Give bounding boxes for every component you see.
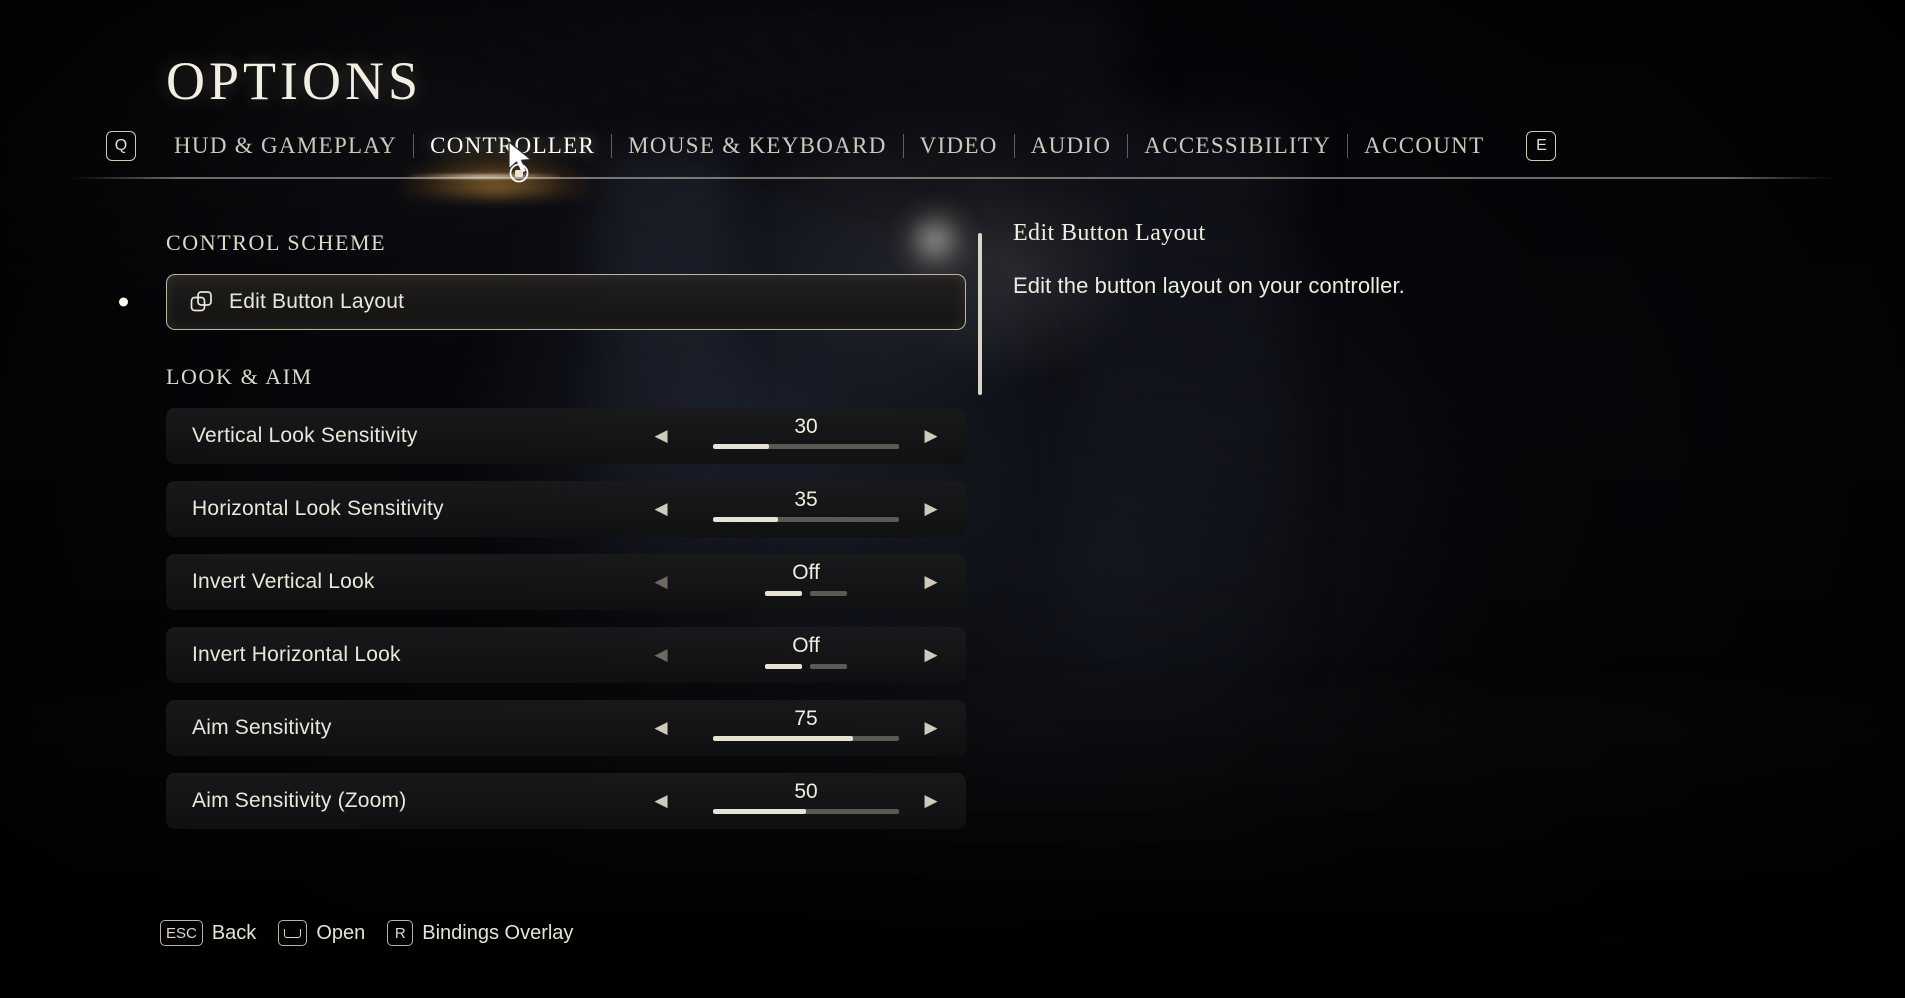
decrement-arrow-icon[interactable]: ◀ — [648, 788, 674, 814]
increment-arrow-icon[interactable]: ▶ — [918, 715, 944, 741]
settings-list: CONTROL SCHEME Edit Button Layout LOOK & A… — [119, 230, 966, 846]
tab-accessibility[interactable]: ACCESSIBILITY — [1128, 133, 1347, 159]
slider-track[interactable] — [713, 444, 899, 449]
toggle-segment — [810, 591, 847, 596]
decrement-arrow-icon[interactable]: ◀ — [648, 496, 674, 522]
header-divider — [72, 177, 1834, 179]
increment-arrow-icon[interactable]: ▶ — [918, 642, 944, 668]
toggle-segment — [765, 591, 802, 596]
increment-arrow-icon[interactable]: ▶ — [918, 569, 944, 595]
toggle-track[interactable] — [765, 591, 847, 596]
hint-label: Bindings Overlay — [422, 921, 574, 944]
setting-row[interactable]: Edit Button Layout — [119, 274, 966, 330]
value-stack: 75 — [706, 706, 906, 741]
setting-value: 30 — [794, 415, 818, 438]
setting-label: Aim Sensitivity (Zoom) — [192, 789, 407, 812]
setting-row[interactable]: Horizontal Look Sensitivity ◀ ▶ 35 — [166, 481, 966, 537]
tab-prev-key[interactable]: Q — [106, 131, 136, 161]
setting-row[interactable]: Aim Sensitivity ◀ ▶ 75 — [166, 700, 966, 756]
increment-arrow-icon[interactable]: ▶ — [918, 423, 944, 449]
active-tab-underline — [410, 174, 560, 179]
selection-marker — [119, 297, 128, 307]
spacebar-icon — [284, 928, 302, 938]
setting-label: Aim Sensitivity — [192, 716, 332, 739]
setting-label: Horizontal Look Sensitivity — [192, 497, 444, 520]
setting-row[interactable]: Invert Horizontal Look ◀ ▶ Off — [166, 627, 966, 683]
setting-value: Off — [792, 561, 820, 584]
footer-hint: R Bindings Overlay — [387, 920, 573, 946]
value-stack: Off — [706, 633, 906, 669]
section-heading: LOOK & AIM — [166, 364, 313, 389]
tab-account[interactable]: ACCOUNT — [1348, 133, 1500, 159]
page-title: OPTIONS — [166, 51, 423, 111]
hint-key-badge[interactable]: R — [387, 920, 414, 946]
decrement-arrow-icon[interactable]: ◀ — [648, 642, 674, 668]
setting-value: 75 — [794, 707, 818, 730]
tab-audio[interactable]: AUDIO — [1015, 133, 1128, 159]
tab-controller[interactable]: CONTROLLER — [414, 133, 611, 159]
layers-icon — [189, 289, 215, 315]
value-stack: 30 — [706, 414, 906, 449]
description-panel: Edit Button Layout Edit the button layou… — [1013, 220, 1713, 299]
setting-row[interactable]: Aim Sensitivity (Zoom) ◀ ▶ 50 — [166, 773, 966, 829]
decrement-arrow-icon[interactable]: ◀ — [648, 715, 674, 741]
tab-bar: Q HUD & GAMEPLAY CONTROLLER MOUSE & KEYBOAR… — [106, 126, 1557, 166]
slider-fill — [713, 736, 853, 741]
footer-hint: ESC Back — [160, 920, 256, 946]
slider-track[interactable] — [713, 736, 899, 741]
slider-fill — [713, 809, 806, 814]
setting-label: Invert Vertical Look — [192, 570, 375, 593]
value-stack: Off — [706, 560, 906, 596]
setting-value: 50 — [794, 780, 818, 803]
increment-arrow-icon[interactable]: ▶ — [918, 496, 944, 522]
footer-hint: Open — [278, 920, 365, 946]
tab-next-key[interactable]: E — [1526, 131, 1557, 161]
footer-hints: ESC Back Open R Bindings Overlay — [160, 920, 595, 946]
toggle-segment — [810, 664, 847, 669]
toggle-track[interactable] — [765, 664, 847, 669]
slider-track[interactable] — [713, 517, 899, 522]
hint-key-badge[interactable]: ESC — [160, 920, 203, 946]
value-stack: 35 — [706, 487, 906, 522]
setting-label: Edit Button Layout — [229, 290, 405, 313]
setting-row[interactable]: Invert Vertical Look ◀ ▶ Off — [166, 554, 966, 610]
slider-track[interactable] — [713, 809, 899, 814]
setting-row[interactable]: Vertical Look Sensitivity ◀ ▶ 30 — [166, 408, 966, 464]
hint-key-badge[interactable] — [278, 920, 308, 946]
decrement-arrow-icon[interactable]: ◀ — [648, 569, 674, 595]
toggle-segment — [765, 664, 802, 669]
setting-value: 35 — [794, 488, 818, 511]
hint-label: Open — [316, 921, 366, 944]
value-stack: 50 — [706, 779, 906, 814]
decrement-arrow-icon[interactable]: ◀ — [648, 423, 674, 449]
description-title: Edit Button Layout — [1013, 220, 1206, 246]
hint-label: Back — [211, 921, 257, 944]
setting-label: Invert Horizontal Look — [192, 643, 401, 666]
tab-video[interactable]: VIDEO — [904, 133, 1014, 159]
tab-hud-gameplay[interactable]: HUD & GAMEPLAY — [158, 133, 413, 159]
tab-mouse-keyboard[interactable]: MOUSE & KEYBOARD — [612, 133, 902, 159]
slider-fill — [713, 517, 779, 522]
section-heading: CONTROL SCHEME — [166, 230, 387, 255]
increment-arrow-icon[interactable]: ▶ — [918, 788, 944, 814]
slider-fill — [713, 444, 769, 449]
setting-label: Vertical Look Sensitivity — [192, 424, 418, 447]
scrollbar[interactable] — [978, 233, 982, 395]
setting-value: Off — [792, 634, 820, 657]
description-body: Edit the button layout on your controlle… — [1013, 273, 1405, 298]
